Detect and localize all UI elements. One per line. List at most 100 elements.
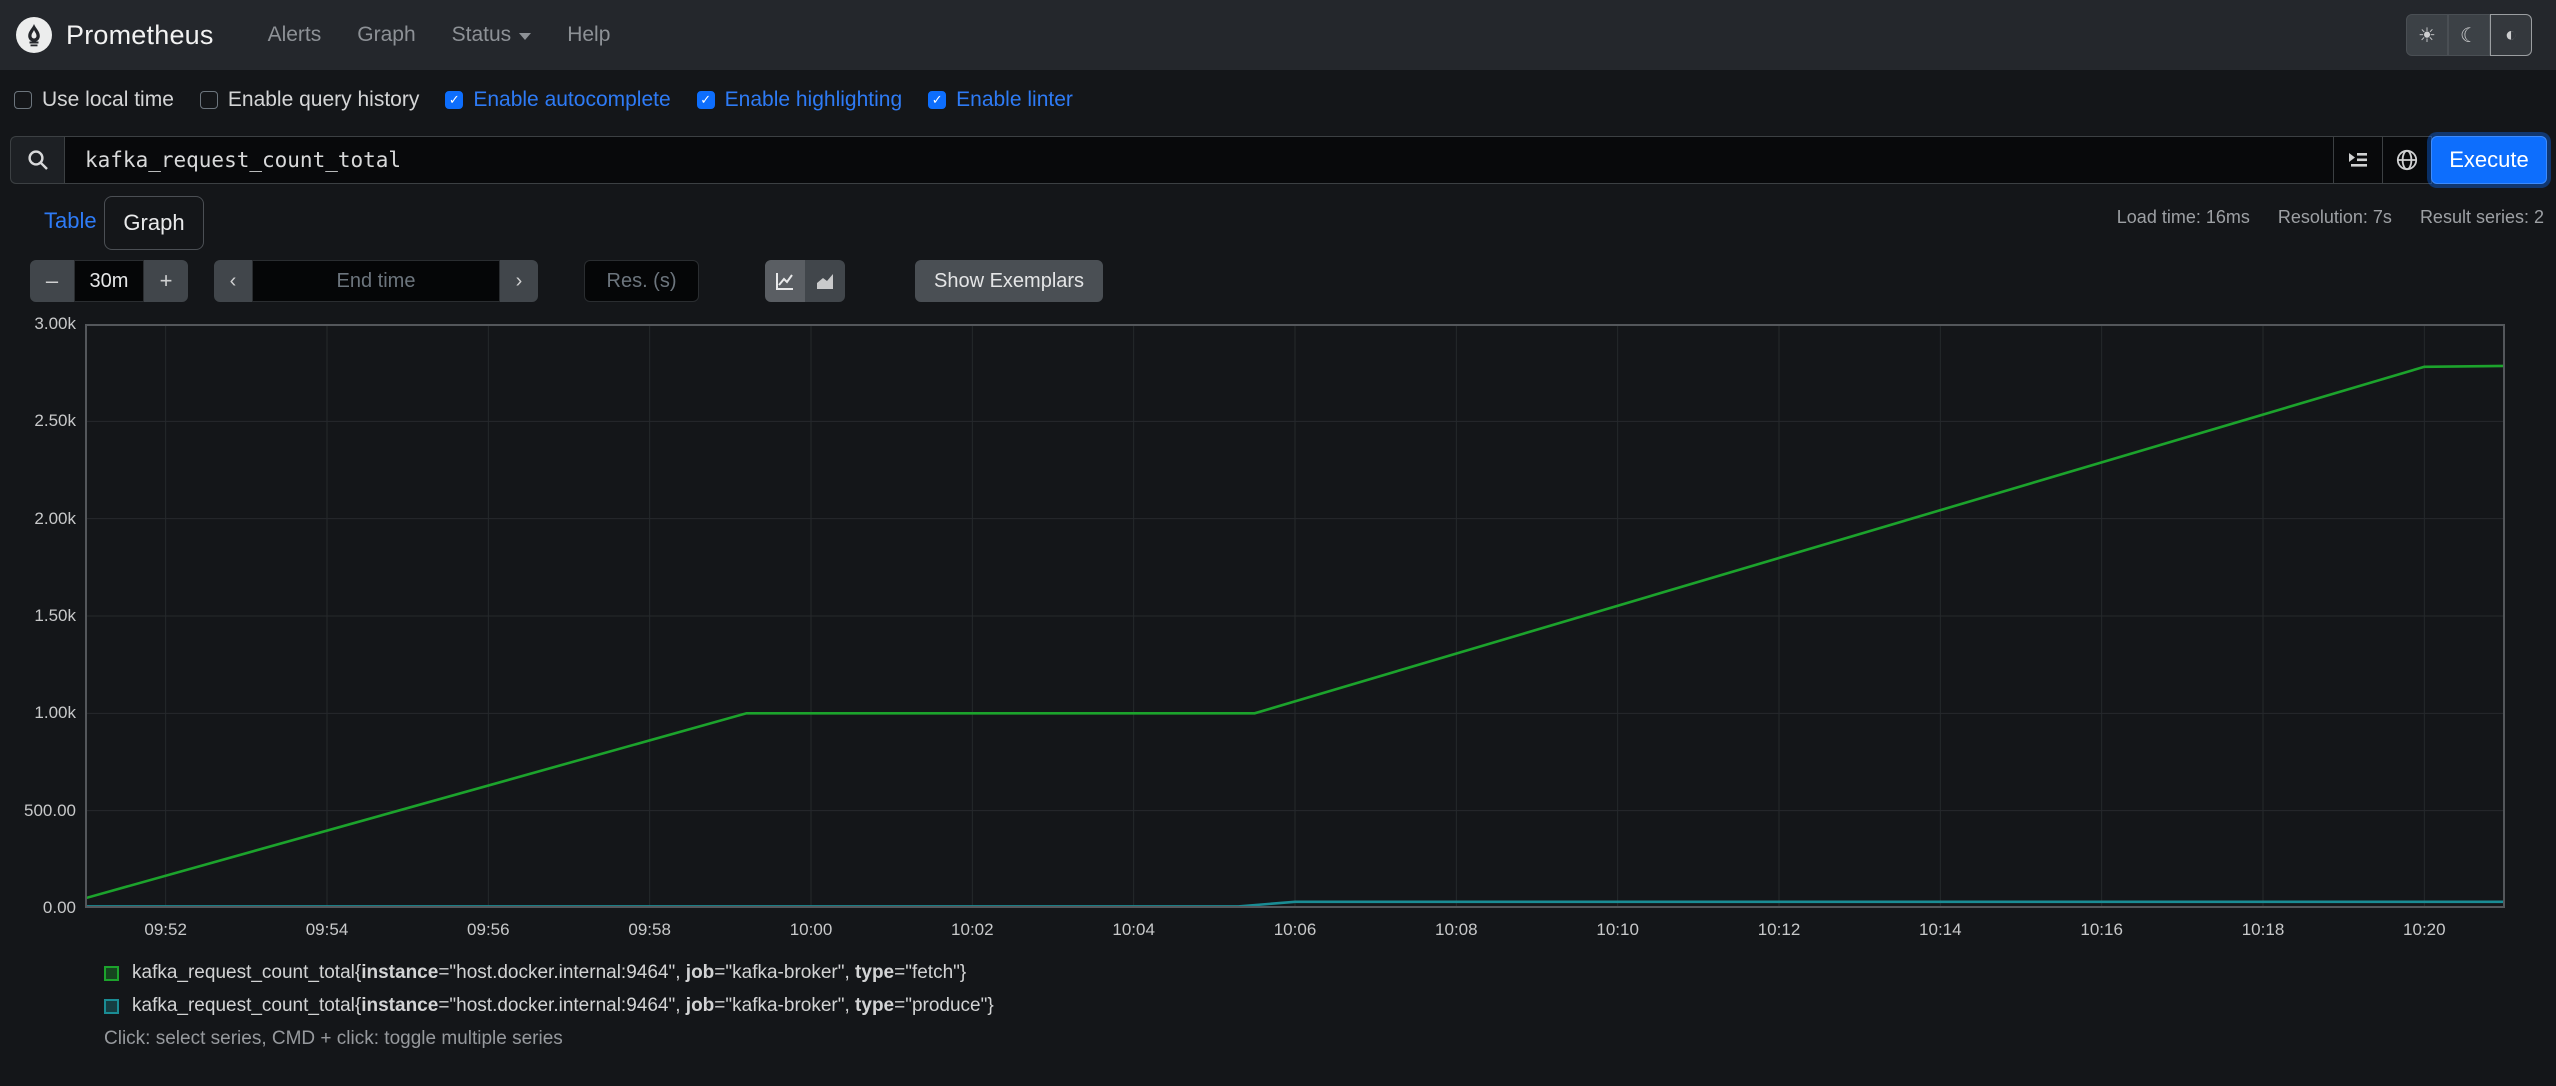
x-tick-label: 09:54 [305, 920, 349, 939]
x-tick-label: 10:10 [1596, 920, 1639, 939]
y-tick-label: 500.00 [24, 800, 76, 820]
option-enable-highlighting[interactable]: ✓ Enable highlighting [696, 88, 903, 112]
chevron-down-icon [519, 33, 532, 40]
range-input[interactable] [74, 260, 144, 302]
theme-auto-button[interactable]: ◐ [2490, 14, 2532, 56]
nav-item-label: Alerts [267, 23, 322, 46]
range-decrease-button[interactable]: – [30, 260, 74, 302]
graph-controls: – + ‹ › Show Exemplars [30, 260, 1104, 302]
sun-icon: ☀ [2418, 24, 2436, 47]
range-stepper: – + [30, 260, 188, 302]
execute-button[interactable]: Execute [2431, 136, 2547, 184]
nav-item-graph[interactable]: Graph [343, 15, 429, 55]
half-circle-contrast-icon: ◐ [2504, 23, 2518, 46]
theme-light-button[interactable]: ☀ [2406, 14, 2448, 56]
legend-series-1[interactable]: kafka_request_count_total{instance="host… [104, 995, 994, 1017]
y-tick-label: 1.50k [34, 606, 76, 625]
legend-series-label: kafka_request_count_total{instance="host… [132, 995, 994, 1016]
query-bar: Execute [10, 136, 2547, 184]
x-tick-label: 10:00 [789, 920, 833, 939]
x-tick-label: 10:06 [1273, 920, 1317, 939]
x-tick-label: 10:12 [1757, 920, 1801, 939]
theme-dark-button[interactable]: ☾ [2448, 14, 2490, 56]
option-label: Enable highlighting [724, 88, 903, 111]
option-enable-query-history[interactable]: Enable query history [199, 88, 420, 112]
y-tick-label: 1.00k [34, 703, 76, 723]
y-tick-label: 2.00k [34, 508, 76, 528]
y-axis-labels: 3.00k 2.50k 2.00k 1.50k 1.00k 500.00 0.00 [0, 314, 76, 917]
range-increase-button[interactable]: + [144, 260, 188, 302]
x-tick-label: 10:18 [2241, 920, 2285, 939]
result-series: Result series: 2 [2419, 207, 2544, 227]
line-chart-toggle-button[interactable] [765, 260, 805, 302]
checkbox-unchecked-icon[interactable] [14, 91, 32, 109]
utc-time-globe-button[interactable] [2383, 136, 2432, 184]
y-tick-label: 2.50k [34, 411, 76, 431]
nav-item-label: Status [451, 23, 512, 46]
timeseries-plot [84, 323, 2506, 909]
metrics-explorer-icon [2349, 153, 2367, 167]
legend-swatch-icon [104, 965, 119, 981]
legend: kafka_request_count_total{instance="host… [104, 962, 994, 1050]
end-time-input[interactable] [252, 260, 500, 302]
checkbox-unchecked-icon[interactable] [199, 91, 218, 109]
moon-icon: ☾ [2460, 24, 2478, 47]
x-tick-label: 09:56 [467, 920, 510, 939]
option-label: Use local time [42, 88, 174, 111]
plot-canvas[interactable] [84, 323, 2506, 909]
time-back-button[interactable]: ‹ [214, 260, 252, 302]
nav-item-label: Graph [357, 23, 416, 46]
x-axis-labels: 09:52 09:54 09:56 09:58 10:00 10:02 10:04 10:06… [85, 920, 2505, 944]
x-tick-label: 09:58 [628, 920, 671, 939]
option-use-local-time[interactable]: Use local time [14, 88, 174, 112]
stacked-chart-toggle-button[interactable] [805, 260, 845, 302]
legend-hint: Click: select series, CMD + click: toggl… [104, 1028, 563, 1049]
resolution: Resolution: 7s [2277, 207, 2392, 227]
query-expression-input[interactable] [64, 136, 2334, 184]
option-label: Enable query history [227, 88, 420, 111]
x-tick-label: 09:52 [144, 920, 187, 939]
option-enable-autocomplete[interactable]: ✓ Enable autocomplete [445, 88, 671, 112]
navbar: Prometheus Alerts Graph Status Help ☀ ☾ ◐ [0, 0, 2556, 70]
search-icon [10, 136, 64, 184]
prometheus-brand[interactable]: Prometheus [16, 17, 214, 53]
end-time-picker: ‹ › [214, 260, 538, 302]
show-exemplars-button[interactable]: Show Exemplars [915, 260, 1104, 302]
x-tick-label: 10:02 [951, 920, 994, 939]
query-stats: Load time: 16ms Resolution: 7s Result se… [2117, 207, 2544, 228]
stacked-chart-icon [817, 274, 833, 289]
y-tick-label: 0.00 [42, 898, 76, 917]
nav-item-label: Help [567, 23, 611, 46]
option-label: Enable autocomplete [473, 88, 671, 111]
metrics-explorer-button[interactable] [2334, 136, 2383, 184]
chart-type-toggle [765, 260, 845, 302]
tab-graph[interactable]: Graph [104, 196, 204, 250]
line-chart-icon [776, 273, 793, 290]
legend-swatch-icon [104, 998, 119, 1014]
time-forward-button[interactable]: › [500, 260, 538, 302]
legend-series-label: kafka_request_count_total{instance="host… [132, 962, 967, 983]
tab-table[interactable]: Table [44, 208, 97, 234]
x-tick-label: 10:14 [1919, 920, 1962, 939]
x-tick-label: 10:04 [1112, 920, 1155, 939]
option-enable-linter[interactable]: ✓ Enable linter [928, 88, 1073, 112]
globe-icon [2396, 149, 2418, 171]
x-tick-label: 10:08 [1435, 920, 1478, 939]
prometheus-torch-logo-icon [16, 17, 52, 53]
legend-series-0[interactable]: kafka_request_count_total{instance="host… [104, 962, 994, 984]
y-tick-label: 3.00k [34, 314, 76, 333]
query-options-row: Use local time Enable query history ✓ Enabl… [14, 88, 1073, 112]
x-tick-label: 10:20 [2403, 920, 2446, 939]
theme-toggle-group: ☀ ☾ ◐ [2406, 14, 2532, 56]
checkbox-checked-icon[interactable]: ✓ [928, 91, 947, 109]
load-time: Load time: 16ms [2116, 207, 2250, 227]
checkbox-checked-icon[interactable]: ✓ [445, 91, 464, 109]
nav-item-status[interactable]: Status [438, 15, 546, 55]
nav-item-help[interactable]: Help [553, 15, 624, 55]
nav-links: Alerts Graph Status Help [254, 15, 625, 55]
resolution-input[interactable] [584, 260, 699, 302]
brand-title: Prometheus [66, 19, 214, 50]
option-label: Enable linter [956, 88, 1073, 111]
checkbox-checked-icon[interactable]: ✓ [696, 91, 715, 109]
nav-item-alerts[interactable]: Alerts [254, 15, 336, 55]
